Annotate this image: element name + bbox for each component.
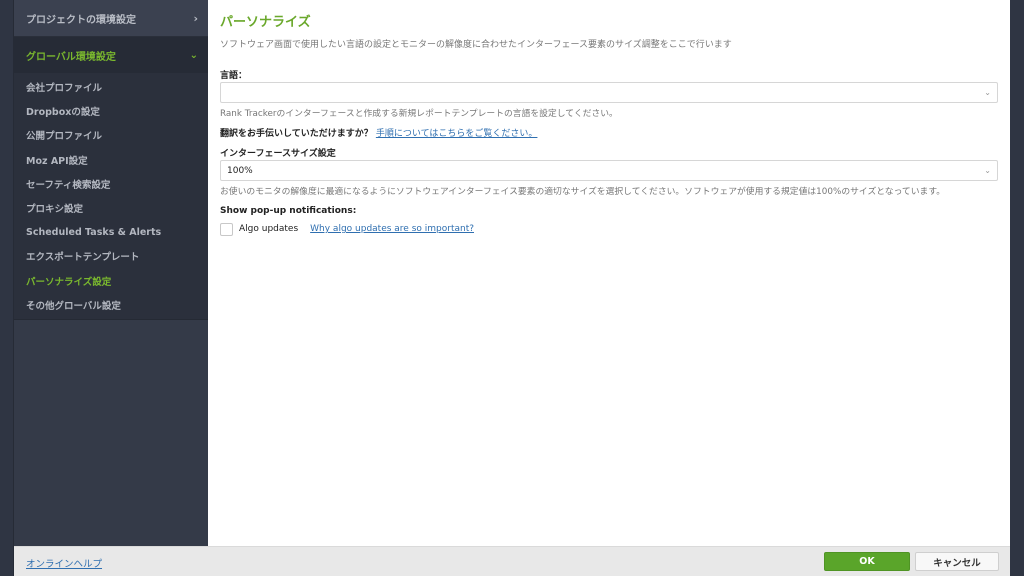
sidebar-section-label: プロジェクトの環境設定 [26, 14, 136, 26]
sidebar-item-export-templates[interactable]: エクスポートテンプレート [14, 244, 208, 268]
language-hint: Rank Trackerのインターフェースと作成する新規レポートテンプレートの言… [220, 109, 618, 119]
algo-updates-checkbox[interactable] [220, 222, 233, 236]
sidebar-item-proxy[interactable]: プロキシ設定 [14, 196, 208, 220]
chevron-down-icon: ⌄ [984, 166, 991, 175]
sidebar-item-dropbox[interactable]: Dropboxの設定 [14, 99, 208, 123]
settings-content: パーソナライズ ソフトウェア画面で使用したい言語の設定とモニターの解像度に合わせ… [208, 0, 1010, 546]
sidebar-item-scheduled-tasks[interactable]: Scheduled Tasks & Alerts [14, 220, 208, 244]
ok-button[interactable]: OK [824, 552, 910, 571]
sidebar-item-public-profile[interactable]: 公開プロファイル [14, 123, 208, 147]
interface-size-label: インターフェースサイズ設定 [220, 149, 336, 159]
page-description: ソフトウェア画面で使用したい言語の設定とモニターの解像度に合わせたインターフェー… [220, 40, 732, 50]
popup-notifications-label: Show pop-up notifications: [220, 206, 357, 216]
sidebar-item-moz-api[interactable]: Moz API設定 [14, 148, 208, 172]
interface-size-hint: お使いのモニタの解像度に最適になるようにソフトウェアインターフェイス要素の適切な… [220, 187, 946, 197]
language-label: 言語： [220, 71, 248, 81]
interface-size-value: 100% [227, 165, 253, 176]
window-right-edge [1010, 0, 1024, 576]
chevron-down-icon: ⌄ [189, 49, 198, 61]
page-title: パーソナライズ [220, 15, 311, 30]
interface-size-select[interactable]: 100% ⌄ [220, 160, 998, 181]
online-help-link[interactable]: オンラインヘルプ [26, 556, 102, 570]
sidebar-item-safe-search[interactable]: セーフティ検索設定 [14, 172, 208, 196]
sidebar-item-company-profile[interactable]: 会社プロファイル [14, 75, 208, 99]
sidebar-item-other-global[interactable]: その他グローバル設定 [14, 293, 208, 317]
algo-updates-row: Algo updates Why algo updates are so imp… [220, 221, 998, 237]
translation-help-row: 翻訳をお手伝いしていただけますか？ 手順についてはこちらをご覧ください。 [220, 126, 998, 139]
window-left-edge [0, 0, 14, 576]
sidebar-section-label: グローバル環境設定 [26, 51, 116, 63]
sidebar-section-global-settings[interactable]: グローバル環境設定 ⌄ [14, 37, 208, 73]
language-select[interactable]: ⌄ [220, 82, 998, 103]
sidebar-section-project-settings[interactable]: プロジェクトの環境設定 › [14, 0, 208, 37]
translation-help-question: 翻訳をお手伝いしていただけますか？ [220, 129, 373, 139]
dialog-footer: オンラインヘルプ OK キャンセル [14, 546, 1010, 576]
global-settings-list: 会社プロファイル Dropboxの設定 公開プロファイル Moz API設定 セ… [14, 73, 208, 320]
cancel-button[interactable]: キャンセル [915, 552, 999, 571]
algo-updates-info-link[interactable]: Why algo updates are so important? [310, 224, 474, 234]
chevron-right-icon: › [193, 11, 198, 25]
translation-instructions-link[interactable]: 手順についてはこちらをご覧ください。 [376, 129, 538, 139]
chevron-down-icon: ⌄ [984, 88, 991, 97]
sidebar-item-personalize[interactable]: パーソナライズ設定 [14, 269, 208, 293]
settings-sidebar: プロジェクトの環境設定 › グローバル環境設定 ⌄ 会社プロファイル Dropb… [14, 0, 208, 546]
algo-updates-label[interactable]: Algo updates [239, 224, 298, 234]
